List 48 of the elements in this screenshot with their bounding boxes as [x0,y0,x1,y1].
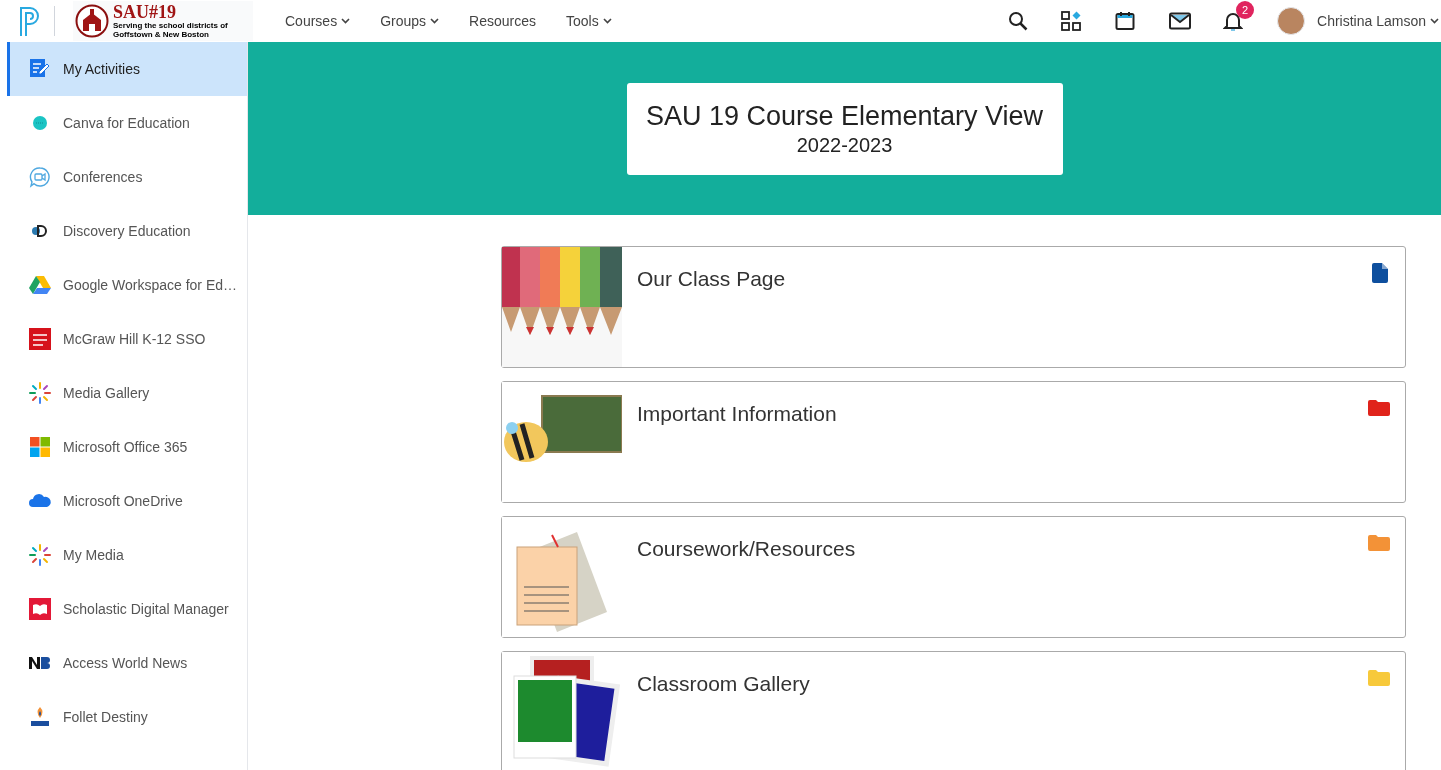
notification-badge: 2 [1236,1,1255,19]
sidebar-item[interactable]: Canva for Education [7,96,247,150]
item-title: Important Information [637,401,837,426]
video-chat-icon [28,165,52,189]
course-item-card[interactable]: Important Information [501,381,1406,503]
sidebar-item[interactable]: My Activities [7,42,247,96]
item-title: Our Class Page [637,266,786,291]
burst-icon [28,543,52,567]
flame-icon [28,705,52,729]
apps-grid-icon[interactable] [1061,11,1082,31]
chevron-down-icon [1430,18,1439,24]
sidebar-item[interactable]: My Media [7,528,247,582]
nav-menu[interactable]: Groups [370,5,450,37]
user-menu[interactable]: Christina Lamson [1317,10,1439,32]
district-logo[interactable]: SAU#19 Serving the school districts of Goffstown & New Boston [73,1,253,41]
mail-icon[interactable] [1169,12,1192,30]
nav-menu[interactable]: Resources [459,5,546,37]
burst-icon [28,381,52,405]
course-item-card[interactable]: Classroom Gallery [501,651,1406,770]
lined-square-icon [28,327,52,351]
four-squares-icon [28,435,52,459]
sidebar-item[interactable]: Follet Destiny [7,690,247,744]
course-year: 2022-2023 [796,132,893,158]
logo-title: SAU#19 [113,3,177,21]
course-title: SAU 19 Course Elementary View [645,99,1044,132]
search-icon[interactable] [1008,11,1029,31]
logo-subtitle: Serving the school districts of Goffstown & New Boston [113,21,229,39]
sidebar-item[interactable]: Microsoft OneDrive [7,474,247,528]
sidebar-item[interactable]: Media Gallery [7,366,247,420]
sidebar-item[interactable]: Scholastic Digital Manager [7,582,247,636]
p-logo-icon[interactable] [18,5,42,37]
sidebar-item[interactable]: Conferences [7,150,247,204]
schoolhouse-icon [75,4,109,38]
course-item-card[interactable]: Our Class Page [501,246,1406,368]
nav-menu[interactable]: Tools [556,5,622,37]
avatar[interactable] [1277,7,1306,35]
sidebar-item[interactable]: McGraw Hill K-12 SSO [7,312,247,366]
sidebar-item[interactable]: Microsoft Office 365 [7,420,247,474]
bell-icon[interactable] [1223,10,1244,32]
course-item-card[interactable]: Coursework/Resources [501,516,1406,638]
item-title: Classroom Gallery [637,671,810,696]
book-icon [28,597,52,621]
sidebar-item[interactable]: Access World News [7,636,247,690]
sidebar-item[interactable]: Discovery Education [7,204,247,258]
calendar-icon[interactable] [1115,11,1136,31]
sidebar-item[interactable]: Google Workspace for Ed… [7,258,247,312]
nav-menu[interactable]: Courses [275,5,361,37]
item-title: Coursework/Resources [637,536,856,561]
